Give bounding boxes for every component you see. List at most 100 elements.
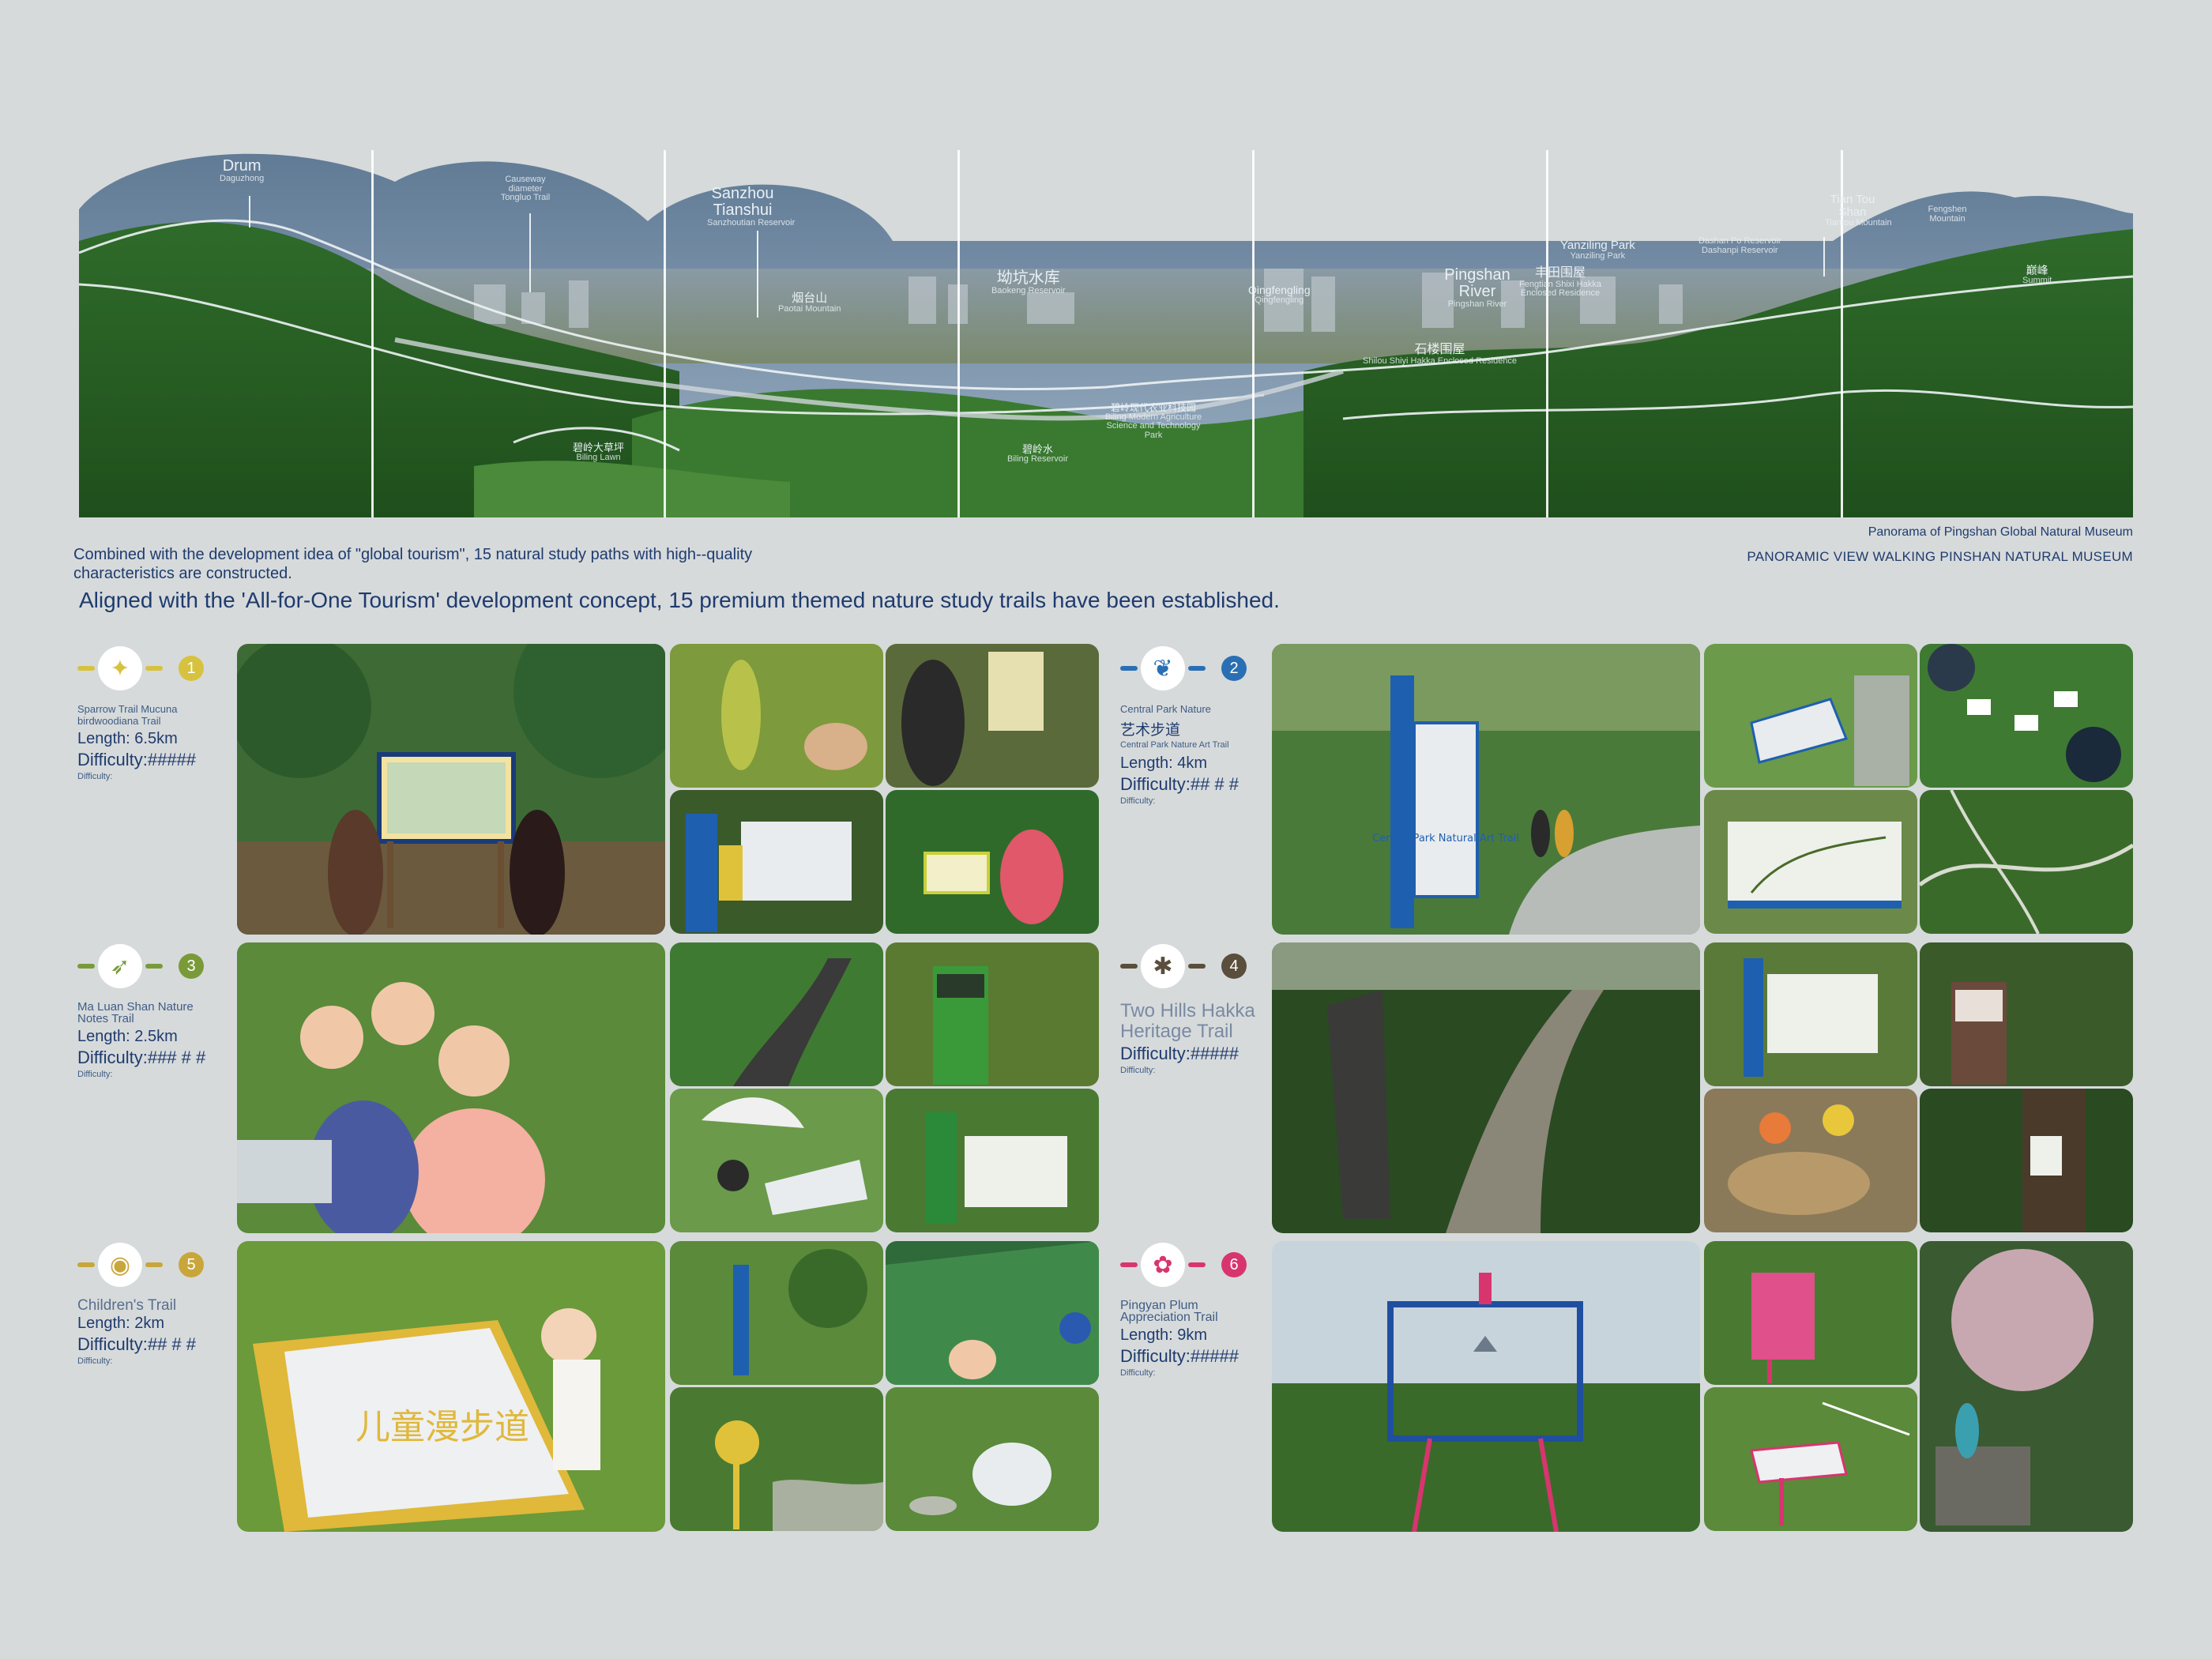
photo-maluan-map-sign (886, 1089, 1099, 1232)
headline: Aligned with the 'All-for-One Tourism' d… (79, 588, 1280, 612)
pano-label-causeway: Causeway diameter Tongluo Trail (500, 175, 551, 203)
accent-line (1188, 964, 1206, 969)
trail-difficulty-label: Difficulty: (1120, 1066, 1156, 1075)
trail-info-2: ❦ 2 Central Park Nature 艺术步道 Central Par… (1120, 646, 1262, 806)
trail-length: Length: 2km (77, 1315, 165, 1332)
pano-label-biling-lawn: 碧岭大草坪 Biling Lawn (573, 442, 625, 462)
pano-marker (1823, 237, 1825, 276)
pano-label-shilou: 石楼围屋 Shilou Shiyi Hakka Enclosed Residenc… (1363, 343, 1518, 366)
panorama-title: Panorama of Pingshan Global Natural Muse… (1868, 525, 2133, 539)
trail-name: Ma Luan Shan Nature Notes Trail (77, 1000, 194, 1025)
photo-pink-board-fence (1704, 1387, 1917, 1531)
panorama-divider (1252, 150, 1255, 517)
trail-length: Length: 9km (1120, 1326, 1208, 1344)
photo-umbrella-sign (670, 1089, 883, 1232)
photo-workers (1704, 1089, 1917, 1232)
pano-marker (757, 231, 758, 318)
trail-difficulty-label: Difficulty: (77, 772, 113, 781)
trail-name-cn: 艺术步道 (1120, 722, 1181, 739)
accent-line (77, 1262, 95, 1267)
panorama-subtitle: PANORAMIC VIEW WALKING PINSHAN NATURAL M… (1747, 549, 2133, 564)
pano-label-drum: Drum Daguzhong (220, 157, 265, 183)
trail-difficulty: Difficulty:## # # (77, 1334, 197, 1354)
photo-plum-blossom-stairs (1920, 1241, 2133, 1532)
pano-label-sanzhou: Sanzhou Tianshui Sanzhoutian Reservoir (707, 185, 796, 228)
trail-length: Length: 4km (1120, 754, 1208, 772)
photo-plum-frame (1272, 1241, 1700, 1532)
trail-number: 1 (179, 656, 204, 681)
trail-difficulty: Difficulty:##### (77, 750, 197, 769)
photo-sign-reading (886, 644, 1099, 788)
trail-name: Sparrow Trail Mucuna birdwoodiana Trail (77, 703, 178, 727)
photo-nature-cards (1920, 644, 2133, 788)
trail-number: 6 (1221, 1252, 1247, 1277)
pano-label-fengshen: Fengshen Mountain (1928, 205, 1967, 224)
accent-line (1120, 964, 1138, 969)
accent-line (1188, 666, 1206, 671)
trail-info-6: ✿ 6 Pingyan Plum Appreciation Trail Leng… (1120, 1243, 1262, 1378)
panorama-divider (1546, 150, 1548, 517)
photo-two-hills-map (1704, 942, 1917, 1086)
accent-line (145, 1262, 163, 1267)
trail-name: Two Hills Hakka Heritage Trail (1120, 1000, 1255, 1042)
photo-child-reading (886, 790, 1099, 934)
photo-stepping-stones (886, 1387, 1099, 1531)
pano-label-yanziling: Yanziling Park Yanziling Park (1560, 239, 1635, 261)
photo-mucuna-flowers (670, 644, 883, 788)
photo-green-sign (886, 942, 1099, 1086)
accent-line (145, 964, 163, 969)
trail-difficulty: Difficulty:##### (1120, 1044, 1240, 1063)
sparrow-icon: ✦ (98, 646, 142, 690)
trail-number: 2 (1221, 656, 1247, 681)
trail-info-5: ◉ 5 Children's Trail Length: 2km Difficu… (77, 1243, 220, 1366)
photo-children-group (237, 942, 665, 1233)
ant-icon: ✱ (1141, 944, 1185, 988)
pano-marker (249, 196, 250, 228)
trail-name: Pingyan Plum Appreciation Trail (1120, 1299, 1218, 1324)
photo-garden-sign (670, 1241, 883, 1385)
trail-difficulty-label: Difficulty: (1120, 796, 1156, 806)
trail-difficulty-label: Difficulty: (77, 1070, 113, 1079)
pano-marker (529, 213, 531, 292)
photo-forest-sign (1920, 942, 2133, 1086)
panorama-banner: Drum Daguzhong Causeway diameter Tongluo T… (79, 134, 2133, 517)
panorama-divider (957, 150, 960, 517)
bird-icon: ➶ (98, 944, 142, 988)
trail-number: 4 (1221, 954, 1247, 979)
photo-aerial-paths (1920, 790, 2133, 934)
tiger-icon: ◉ (98, 1243, 142, 1287)
panorama-image (79, 153, 2133, 517)
butterfly-icon: ❦ (1141, 646, 1185, 690)
trail-info-1: ✦ 1 Sparrow Trail Mucuna birdwoodiana Tr… (77, 646, 220, 781)
trail-difficulty: Difficulty:## # # (1120, 774, 1240, 794)
photo-tree-sign (1704, 790, 1917, 934)
pano-label-baokeng: 坳坑水库 Baokeng Reservoir (991, 269, 1066, 295)
photo-trail-map-sign (670, 790, 883, 934)
accent-line (77, 964, 95, 969)
trail-name: Children's Trail (77, 1297, 177, 1314)
photo-boardwalk-sign (1704, 644, 1917, 788)
trail-number: 3 (179, 954, 204, 979)
accent-line (1120, 666, 1138, 671)
trail-length: Length: 6.5km (77, 730, 178, 747)
pano-label-fengtian: 丰田围屋 Fengtian Shixi Hakka Enclosed Reside… (1519, 266, 1601, 299)
accent-line (1188, 1262, 1206, 1267)
accent-line (77, 666, 95, 671)
accent-line (145, 666, 163, 671)
trail-difficulty-label: Difficulty: (77, 1356, 113, 1366)
trail-name-sub: Central Park Nature Art Trail (1120, 740, 1229, 750)
photo-mountain-road (670, 942, 883, 1086)
panorama-divider (371, 150, 374, 517)
trail-name: Central Park Nature (1120, 703, 1211, 715)
pano-label-dashanpo: Dashan Po Reservoir Dashanpi Reservoir (1698, 236, 1781, 255)
sign-text-central-park: Central Park Natural Art Trail (1372, 833, 1519, 845)
photo-childrens-trail-map: 儿童漫步道 (237, 1241, 665, 1532)
pano-label-summit: 巅峰 Summit (2022, 264, 2052, 285)
pano-label-qingfengling: Qingfengling Qingfengling (1248, 284, 1311, 305)
photo-sparrow-trail-sign (237, 644, 665, 935)
photo-tree-trunk-sign (1920, 1089, 2133, 1232)
plum-blossom-icon: ✿ (1141, 1243, 1185, 1287)
photo-central-park-sign: Central Park Natural Art Trail (1272, 644, 1700, 935)
trail-difficulty: Difficulty:### # # (77, 1048, 206, 1067)
accent-line (1120, 1262, 1138, 1267)
